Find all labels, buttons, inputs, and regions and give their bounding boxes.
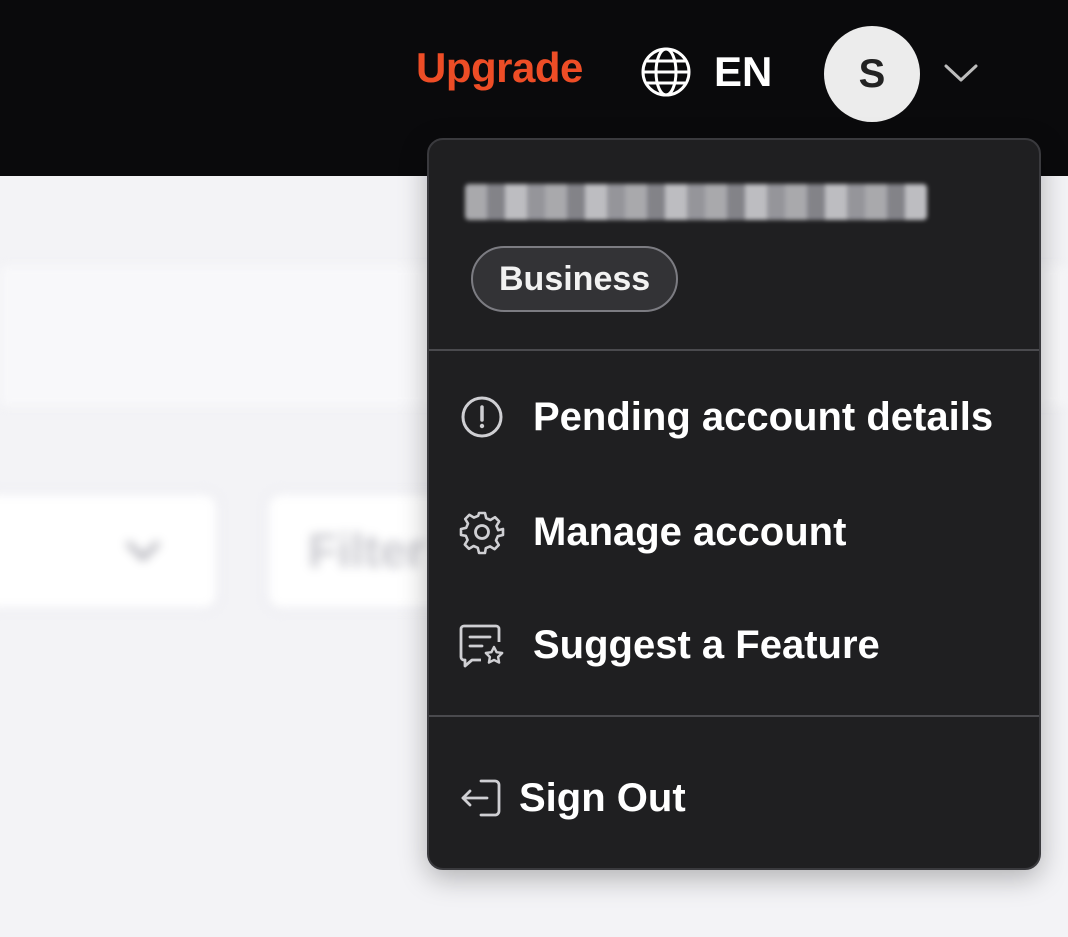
gear-icon: [459, 509, 505, 555]
menu-item-suggest-a-feature[interactable]: Suggest a Feature: [429, 600, 1039, 690]
menu-item-label: Pending account details: [533, 394, 994, 439]
sign-out-button[interactable]: Sign Out: [429, 753, 1039, 843]
filter-label: Filter: [308, 525, 426, 578]
sign-out-icon: [459, 775, 505, 821]
language-label: EN: [714, 48, 773, 95]
upgrade-link[interactable]: Upgrade: [416, 44, 583, 92]
plan-badge: Business: [471, 246, 679, 312]
user-email-redacted: [465, 184, 927, 220]
sign-out-label: Sign Out: [519, 775, 686, 820]
globe-icon: [641, 47, 691, 97]
menu-divider: [429, 349, 1039, 351]
avatar[interactable]: S: [824, 26, 920, 122]
background-select[interactable]: [0, 491, 220, 611]
chevron-down-icon: [126, 541, 160, 561]
menu-divider: [429, 715, 1039, 717]
menu-item-manage-account[interactable]: Manage account: [429, 487, 1039, 577]
account-dropdown-menu: Business Pending account details Manage …: [427, 138, 1041, 870]
menu-item-label: Suggest a Feature: [533, 622, 880, 667]
menu-item-pending-account-details[interactable]: Pending account details: [429, 372, 1039, 462]
feedback-star-icon: [459, 622, 505, 668]
menu-item-label: Manage account: [533, 509, 847, 554]
chevron-down-icon[interactable]: [941, 58, 981, 88]
page: Filter Upgrade EN S Business Pending acc…: [0, 0, 1068, 937]
language-selector[interactable]: EN: [638, 44, 772, 100]
alert-circle-icon: [459, 394, 505, 440]
avatar-initial: S: [858, 51, 886, 96]
